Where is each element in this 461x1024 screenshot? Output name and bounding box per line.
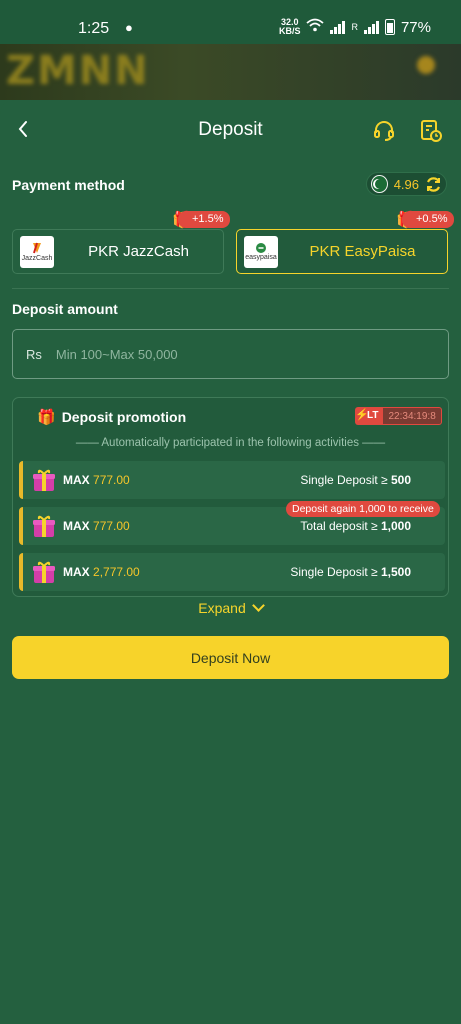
deposit-history-icon[interactable] (419, 118, 443, 144)
deposit-now-button[interactable]: Deposit Now (12, 636, 449, 679)
promotion-subtitle: —— Automatically participated in the fol… (75, 437, 386, 449)
gift-box-icon (31, 467, 57, 493)
network-speed: 32.0 KB/S (278, 17, 301, 36)
currency-symbol: Rs (26, 346, 42, 362)
lightning-icon: LT (355, 406, 383, 425)
background-app-header: ZMNN (0, 44, 461, 100)
pakistan-flag-icon (371, 175, 388, 193)
battery-percent: 77% (400, 18, 431, 36)
deposit-amount-field[interactable]: Rs (12, 329, 449, 379)
chevron-down-icon (251, 599, 265, 612)
expand-toggle[interactable]: Expand (0, 599, 461, 616)
deposit-amount-label: Deposit amount (12, 301, 118, 317)
countdown: 22:34:19:8 (382, 407, 442, 425)
balance-chip: 4.96 (366, 172, 447, 196)
signal-bars-icon-2 (363, 20, 379, 34)
easypaisa-logo: easypaisa (244, 235, 278, 268)
bonus-badge: +1.5% (178, 211, 230, 228)
payment-option-easypaisa[interactable]: easypaisa PKR EasyPaisa (236, 229, 448, 274)
clock: 1:25 (78, 20, 110, 37)
gift-box-icon (31, 513, 57, 539)
person-notification-icon: ● (125, 20, 133, 35)
divider (12, 288, 449, 289)
headset-support-icon[interactable] (372, 119, 396, 143)
app-logo: ZMNN (6, 48, 150, 94)
blurred-icon (417, 56, 435, 74)
gift-icon: 🎁 (37, 409, 56, 426)
roaming-indicator: R (351, 22, 358, 32)
wifi-icon (306, 18, 325, 36)
promotion-row[interactable]: MAX 2,777.00 Single Deposit ≥ 1,500 (19, 553, 445, 591)
battery-icon (384, 19, 395, 35)
promotion-row[interactable]: MAX 777.00 Single Deposit ≥ 500 (19, 461, 445, 499)
signal-bars-icon (330, 20, 346, 34)
bonus-badge: +0.5% (402, 211, 454, 228)
top-bar: Deposit (0, 100, 461, 160)
promotion-timer: LT 22:34:19:8 (355, 406, 442, 425)
deposit-promotion-panel: 🎁 Deposit promotion LT 22:34:19:8 —— Aut… (12, 397, 449, 597)
balance-value: 4.96 (393, 176, 419, 192)
payment-method-label: Payment method (12, 177, 125, 193)
gift-box-icon (31, 559, 57, 585)
jazzcash-logo: JazzCash (20, 235, 54, 268)
deposit-again-badge: Deposit again 1,000 to receive (286, 501, 440, 517)
payment-option-label: PKR EasyPaisa (309, 243, 416, 260)
status-bar: 1:25 ● 32.0 KB/S R 77% (0, 0, 461, 44)
deposit-sheet: Deposit Payment method 4.96 JazzCash PKR… (0, 100, 461, 1024)
payment-option-label: PKR JazzCash (88, 243, 189, 260)
promotion-title: 🎁 Deposit promotion (37, 409, 187, 426)
payment-option-jazzcash[interactable]: JazzCash PKR JazzCash (12, 229, 224, 274)
refresh-icon[interactable] (425, 176, 442, 193)
amount-input[interactable] (55, 346, 386, 362)
expand-label: Expand (198, 600, 246, 616)
